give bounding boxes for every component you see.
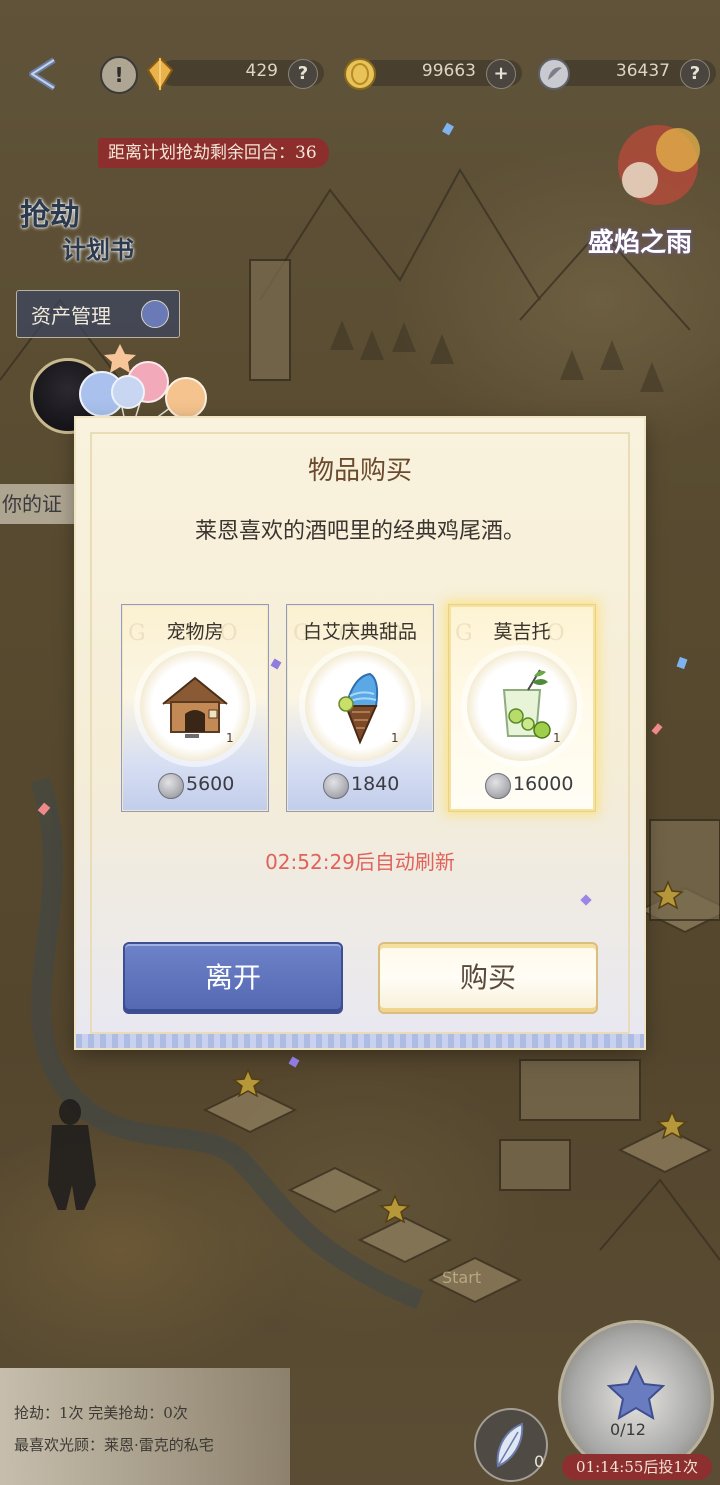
confetti-decoration	[37, 122, 688, 1068]
